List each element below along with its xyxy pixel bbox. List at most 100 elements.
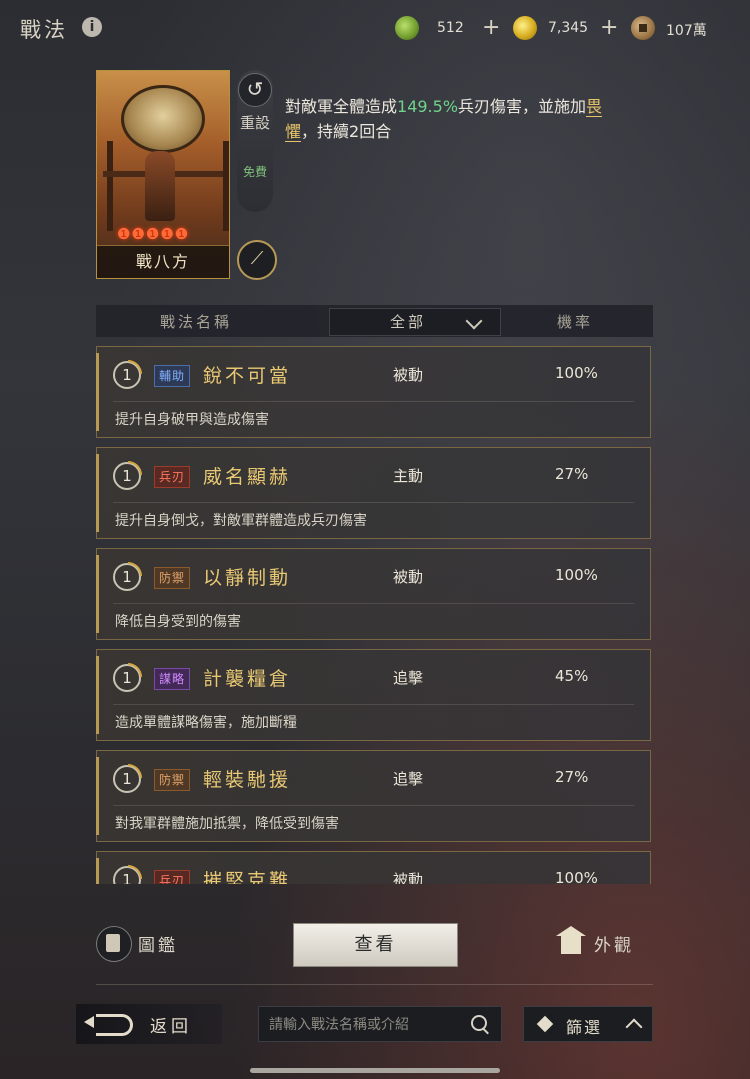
- skill-rate: 27%: [555, 465, 589, 483]
- desc-text: 兵刃傷害，並施加: [458, 97, 587, 116]
- skill-rate: 45%: [555, 667, 589, 685]
- search-input[interactable]: [267, 1011, 461, 1039]
- star-rating: ❶❶❶❶❶: [117, 225, 190, 243]
- pavilion-roof: [556, 926, 586, 936]
- skill-name: 摧堅克難: [203, 870, 292, 884]
- back-button[interactable]: 返回: [76, 1004, 222, 1044]
- skill-rate: 100%: [555, 566, 598, 584]
- jade-coin-icon: [395, 16, 419, 40]
- skill-category-tag: 謀略: [154, 668, 191, 690]
- pavilion-body: [561, 936, 581, 954]
- skill-name: 輕裝馳援: [203, 769, 292, 791]
- jade-resource: 512 +: [395, 16, 505, 42]
- search-bar[interactable]: [258, 1006, 502, 1042]
- row-divider: [113, 805, 634, 806]
- jade-value: 512: [437, 20, 464, 36]
- skill-category-tag: 防禦: [154, 567, 191, 589]
- gold-add-button[interactable]: +: [600, 16, 618, 40]
- copper-resource: 107萬: [631, 16, 741, 42]
- copper-coin-icon: [631, 16, 655, 40]
- card-name: 戰八方: [135, 252, 190, 271]
- gold-coin-icon: [513, 16, 537, 40]
- skill-desc: 提升自身倒戈，對敵軍群體造成兵刃傷害: [115, 513, 367, 529]
- skill-row[interactable]: 1 輔助 銳不可當 被動 100% 提升自身破甲與造成傷害: [96, 346, 651, 438]
- pavilion-icon[interactable]: [556, 926, 586, 958]
- home-indicator[interactable]: [250, 1068, 500, 1073]
- skill-list[interactable]: 1 輔助 銳不可當 被動 100% 提升自身破甲與造成傷害 1 兵刃 威名顯赫 …: [96, 346, 653, 884]
- copper-value: 107萬: [666, 23, 707, 39]
- desc-percent: 149.5%: [397, 97, 459, 116]
- row-divider: [113, 401, 634, 402]
- warrior-illustration: [145, 151, 175, 221]
- skill-type: 被動: [393, 568, 424, 586]
- view-button[interactable]: 查看: [293, 923, 458, 967]
- row-divider: [113, 704, 634, 705]
- dropdown-value: 全部: [390, 313, 427, 331]
- skill-category-tag: 兵刃: [154, 870, 191, 884]
- column-header-rate: 機率: [557, 313, 594, 331]
- reset-button[interactable]: ↺ 重設 免費: [237, 70, 273, 212]
- back-arrow-icon: [96, 1014, 133, 1036]
- filter-label: 篩選: [566, 1018, 603, 1037]
- skill-description: 對敵軍全體造成149.5%兵刃傷害，並施加畏懼，持續2回合: [285, 94, 615, 144]
- skill-row[interactable]: 1 兵刃 威名顯赫 主動 27% 提升自身倒戈，對敵軍群體造成兵刃傷害: [96, 447, 651, 539]
- row-divider: [113, 603, 634, 604]
- skill-row[interactable]: 1 兵刃 摧堅克難 被動 100%: [96, 851, 651, 884]
- chevron-down-icon: [465, 312, 483, 330]
- free-label: 免費: [242, 165, 267, 179]
- row-divider: [113, 502, 634, 503]
- page-title: 戰法: [20, 18, 68, 42]
- skill-desc: 提升自身破甲與造成傷害: [115, 412, 269, 428]
- codex-icon[interactable]: [96, 926, 132, 962]
- skill-type: 被動: [393, 871, 424, 884]
- level-badge: 1: [113, 360, 142, 389]
- jade-add-button[interactable]: +: [482, 16, 500, 40]
- skill-type: 追擊: [393, 669, 424, 687]
- skill-row[interactable]: 1 防禦 輕裝馳援 追擊 27% 對我軍群體施加抵禦，降低受到傷害: [96, 750, 651, 842]
- skill-name: 威名顯赫: [203, 466, 292, 488]
- skill-desc: 降低自身受到的傷害: [115, 614, 241, 630]
- gold-value: 7,345: [548, 20, 589, 36]
- skill-category-tag: 兵刃: [154, 466, 191, 488]
- skill-name: 以靜制動: [203, 567, 292, 589]
- desc-text: ，持續2回合: [301, 122, 392, 141]
- search-icon[interactable]: [471, 1015, 487, 1031]
- card-name-bar: 戰八方: [97, 245, 229, 278]
- back-label: 返回: [150, 1017, 192, 1037]
- desc-text: 對敵軍全體造成: [285, 97, 398, 116]
- skill-name: 銳不可當: [203, 365, 292, 387]
- level-badge: 1: [113, 562, 142, 591]
- top-bar: 戰法 i 512 + 7,345 + 107萬: [0, 0, 750, 56]
- level-badge: 1: [113, 865, 142, 884]
- skill-table-header: 戰法名稱 全部 機率: [96, 305, 653, 337]
- reset-icon: ↺: [238, 73, 272, 107]
- skill-row[interactable]: 1 防禦 以靜制動 被動 100% 降低自身受到的傷害: [96, 548, 651, 640]
- level-badge: 1: [113, 764, 142, 793]
- skill-category-tag: 防禦: [154, 769, 191, 791]
- skill-desc: 對我軍群體施加抵禦，降低受到傷害: [115, 816, 339, 832]
- appearance-label[interactable]: 外觀: [594, 931, 634, 956]
- info-icon[interactable]: i: [82, 17, 102, 37]
- level-badge: 1: [113, 663, 142, 692]
- skill-swap-icon[interactable]: ⟋: [237, 240, 277, 280]
- reset-label: 重設: [239, 114, 270, 132]
- skill-type: 追擊: [393, 770, 424, 788]
- hero-card[interactable]: ❶❶❶❶❶ 戰八方: [96, 70, 230, 279]
- gold-resource: 7,345 +: [513, 16, 623, 42]
- skill-rate: 100%: [555, 364, 598, 382]
- column-header-name: 戰法名稱: [160, 313, 233, 331]
- chevron-up-icon: [625, 1018, 643, 1036]
- codex-label[interactable]: 圖鑑: [138, 931, 178, 956]
- skill-rate: 27%: [555, 768, 589, 786]
- skill-row[interactable]: 1 謀略 計襲糧倉 追擊 45% 造成單體謀略傷害，施加斷糧: [96, 649, 651, 741]
- skill-type: 主動: [393, 467, 424, 485]
- filter-button[interactable]: 篩選: [523, 1006, 653, 1042]
- skill-name: 計襲糧倉: [203, 668, 292, 690]
- category-dropdown[interactable]: 全部: [329, 308, 501, 336]
- divider: [96, 984, 653, 985]
- filter-icon: [536, 1015, 554, 1033]
- skill-rate: 100%: [555, 869, 598, 884]
- skill-category-tag: 輔助: [154, 365, 191, 387]
- level-badge: 1: [113, 461, 142, 490]
- skill-type: 被動: [393, 366, 424, 384]
